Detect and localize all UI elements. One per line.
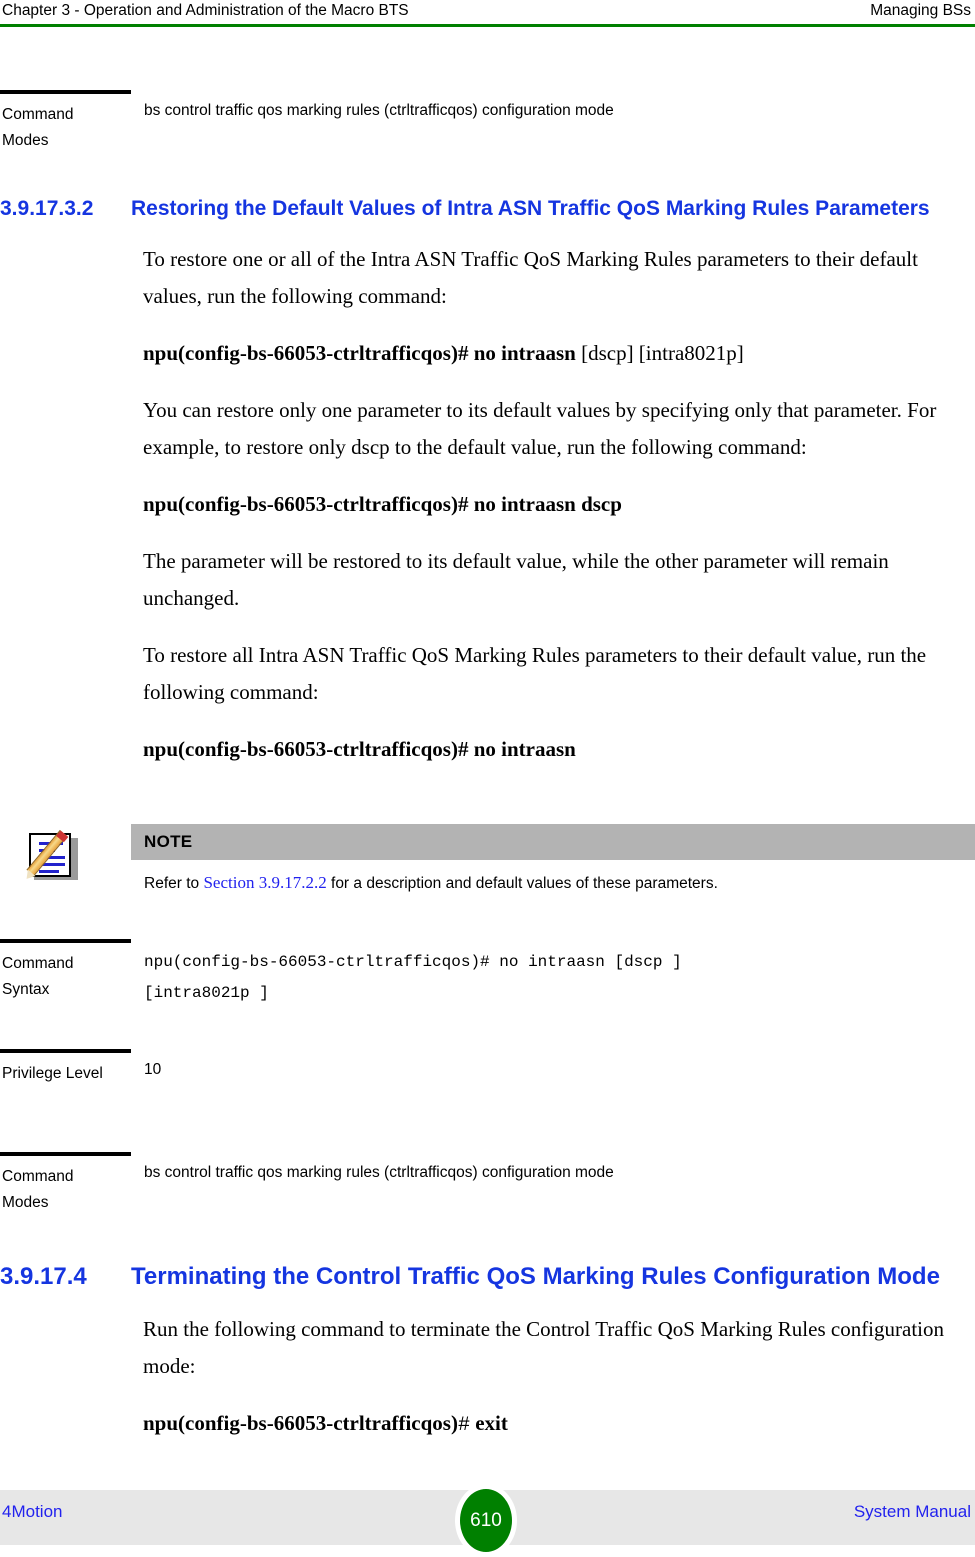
command-modes-value: bs control traffic qos marking rules (ct… [144, 102, 614, 119]
command-example-1: npu(config-bs-66053-ctrltrafficqos)# no … [143, 335, 953, 372]
command-syntax-value: npu(config-bs-66053-ctrltrafficqos)# no … [131, 939, 975, 1009]
table-row: Command Modes bs control traffic qos mar… [0, 1152, 975, 1216]
command-example-2: npu(config-bs-66053-ctrltrafficqos)# no … [143, 486, 953, 523]
section-title: Restoring the Default Values of Intra AS… [131, 197, 930, 220]
note-icon-cell [0, 824, 131, 884]
section-1-body: To restore one or all of the Intra ASN T… [143, 223, 953, 768]
section-heading-3-9-17-4: 3.9.17.4 Terminating the Control Traffic… [0, 1260, 975, 1293]
command-syntax-label: Command Syntax [0, 939, 131, 1003]
section-2-body: Run the following command to terminate t… [143, 1293, 953, 1444]
table-row: Command Syntax npu(config-bs-66053-ctrlt… [0, 939, 975, 1009]
command-modes-label: Command Modes [0, 90, 131, 154]
footer-document-title[interactable]: System Manual [854, 1502, 971, 1522]
paragraph: To restore one or all of the Intra ASN T… [143, 247, 918, 308]
command-example-4: npu(config-bs-66053-ctrltrafficqos)# exi… [143, 1405, 953, 1444]
paragraph: To restore all Intra ASN Traffic QoS Mar… [143, 643, 927, 704]
section-title: Terminating the Control Traffic QoS Mark… [131, 1263, 940, 1290]
command-prompt: npu(config-bs-66053-ctrltrafficqos) [143, 1411, 458, 1435]
command-syntax-line: npu(config-bs-66053-ctrltrafficqos)# no … [144, 953, 682, 971]
section-number: 3.9.17.3.2 [0, 197, 94, 220]
command-hash: # [457, 1414, 470, 1437]
note-body: NOTE Refer to Section 3.9.17.2.2 for a d… [131, 824, 975, 897]
note-pencil-icon [22, 828, 78, 884]
command-optional-args: [dscp] [intra8021p] [581, 341, 744, 365]
command-text: npu(config-bs-66053-ctrltrafficqos)# no … [143, 492, 622, 516]
command-example-3: npu(config-bs-66053-ctrltrafficqos)# no … [143, 731, 953, 768]
privilege-level-label: Privilege Level [0, 1049, 131, 1087]
table-row: Privilege Level 10 [0, 1049, 975, 1087]
paragraph: Run the following command to terminate t… [143, 1317, 945, 1378]
command-arg: exit [475, 1411, 508, 1435]
section-heading-3-9-17-3-2: 3.9.17.3.2 Restoring the Default Values … [0, 194, 975, 223]
note-title: NOTE [144, 832, 193, 851]
note-text: Refer to Section 3.9.17.2.2 for a descri… [131, 860, 975, 897]
command-modes-label: Command Modes [0, 1152, 131, 1216]
command-text: npu(config-bs-66053-ctrltrafficqos)# no … [143, 341, 576, 365]
footer-product-name[interactable]: 4Motion [2, 1502, 62, 1522]
note-cross-reference-link[interactable]: Section 3.9.17.2.2 [203, 873, 326, 892]
table-row: Command Modes bs control traffic qos mar… [0, 90, 975, 154]
note-text-after: for a description and default values of … [326, 875, 718, 892]
section-number: 3.9.17.4 [0, 1263, 87, 1290]
page-content: Command Modes bs control traffic qos mar… [0, 0, 975, 1444]
note-text-before: Refer to [144, 875, 204, 892]
note-box: NOTE Refer to Section 3.9.17.2.2 for a d… [0, 824, 975, 897]
note-title-bar: NOTE [131, 824, 975, 860]
paragraph: The parameter will be restored to its de… [143, 549, 889, 610]
command-syntax-line: [intra8021p ] [144, 984, 269, 1002]
privilege-level-value: 10 [144, 1061, 162, 1078]
command-modes-value: bs control traffic qos marking rules (ct… [144, 1164, 614, 1181]
command-text: npu(config-bs-66053-ctrltrafficqos)# no … [143, 737, 576, 761]
page-footer: 4Motion 610 System Manual [0, 1484, 975, 1557]
paragraph: You can restore only one parameter to it… [143, 398, 937, 459]
page-number-badge: 610 [455, 1484, 517, 1557]
